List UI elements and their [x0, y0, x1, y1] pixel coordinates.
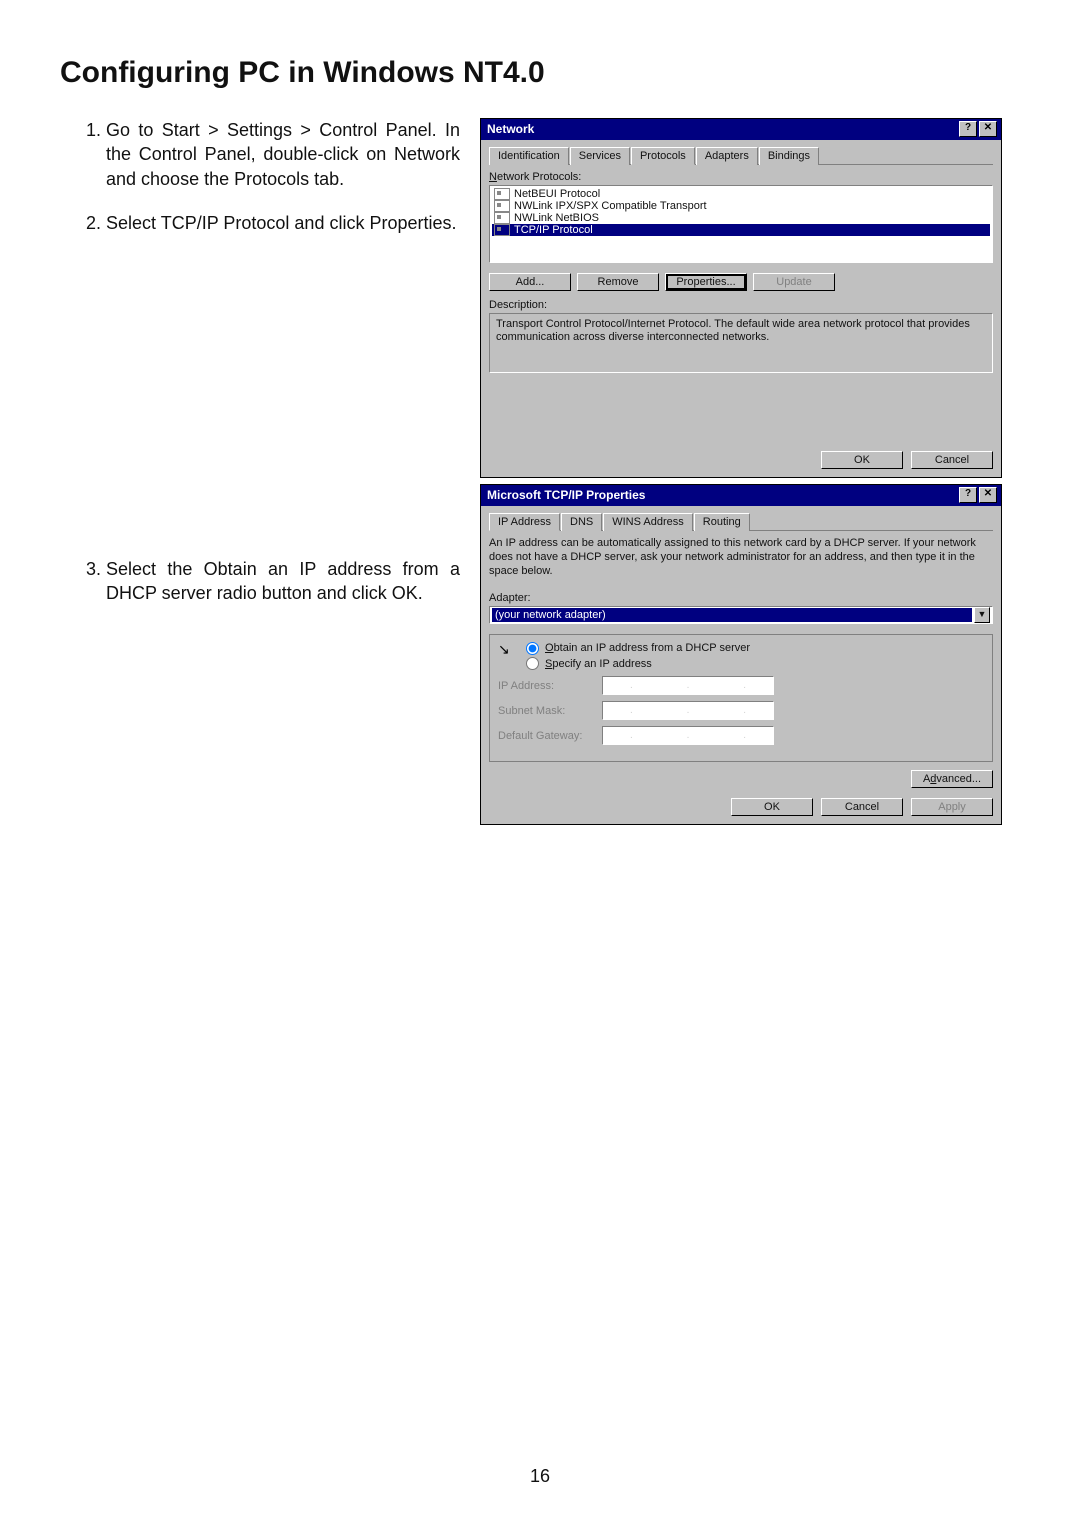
instructions-column: Go to Start > Settings > Control Panel. … — [60, 118, 480, 626]
close-icon[interactable]: ✕ — [979, 121, 997, 137]
protocol-icon — [494, 200, 510, 212]
tab-protocols[interactable]: Protocols — [631, 147, 695, 165]
protocol-item[interactable]: NWLink IPX/SPX Compatible Transport — [492, 200, 990, 212]
ip-address-label: IP Address: — [498, 680, 598, 692]
subnet-mask-label: Subnet Mask: — [498, 705, 598, 717]
description-text: Transport Control Protocol/Internet Prot… — [489, 313, 993, 373]
radio-specify-label: pecify an IP address — [552, 658, 651, 670]
tcpip-dialog: Microsoft TCP/IP Properties ? ✕ IP Addre… — [480, 484, 1002, 825]
adapter-label: Adapter: — [489, 592, 993, 604]
ok-button[interactable]: OK — [731, 798, 813, 816]
step-list: Go to Start > Settings > Control Panel. … — [60, 118, 460, 235]
tab-services[interactable]: Services — [570, 147, 630, 165]
protocol-icon — [494, 224, 510, 236]
ip-mode-radio-group: Obtain an IP address from a DHCP server … — [489, 634, 993, 762]
properties-button[interactable]: Properties... — [665, 273, 747, 291]
cancel-button[interactable]: Cancel — [821, 798, 903, 816]
network-dialog: Network ? ✕ Identification Services Prot… — [480, 118, 1002, 478]
close-icon[interactable]: ✕ — [979, 487, 997, 503]
step-1: Go to Start > Settings > Control Panel. … — [106, 118, 460, 191]
tab-adapters[interactable]: Adapters — [696, 147, 758, 165]
default-gateway-label: Default Gateway: — [498, 730, 598, 742]
update-button[interactable]: Update — [753, 273, 835, 291]
step-2: Select TCP/IP Protocol and click Propert… — [106, 211, 460, 235]
add-button[interactable]: Add... — [489, 273, 571, 291]
step-3: Select the Obtain an IP address from a D… — [106, 557, 460, 606]
tcpip-info-text: An IP address can be automatically assig… — [489, 537, 993, 578]
tab-bindings[interactable]: Bindings — [759, 147, 819, 165]
ok-button[interactable]: OK — [821, 451, 903, 469]
cancel-button[interactable]: Cancel — [911, 451, 993, 469]
description-label: Description: — [489, 299, 993, 311]
network-tabs: Identification Services Protocols Adapte… — [489, 146, 993, 165]
network-titlebar: Network ? ✕ — [481, 119, 1001, 140]
default-gateway-field[interactable]: ... — [602, 726, 774, 745]
protocol-listbox[interactable]: NetBEUI Protocol NWLink IPX/SPX Compatib… — [489, 185, 993, 263]
radio-specify[interactable] — [526, 657, 539, 670]
advanced-button[interactable]: Advanced... — [911, 770, 993, 788]
radio-dhcp[interactable] — [526, 642, 539, 655]
network-dialog-title: Network — [487, 122, 534, 136]
protocol-item-selected[interactable]: TCP/IP Protocol — [492, 224, 990, 236]
protocol-item[interactable]: NetBEUI Protocol — [492, 188, 990, 200]
tab-ipaddress[interactable]: IP Address — [489, 513, 560, 531]
tcpip-titlebar: Microsoft TCP/IP Properties ? ✕ — [481, 485, 1001, 506]
tcpip-tabs: IP Address DNS WINS Address Routing — [489, 512, 993, 531]
remove-button[interactable]: Remove — [577, 273, 659, 291]
protocol-icon — [494, 212, 510, 224]
apply-button[interactable]: Apply — [911, 798, 993, 816]
protocol-item-label: TCP/IP Protocol — [514, 224, 593, 236]
adapter-selected-value: (your network adapter) — [492, 608, 972, 622]
protocol-list-label: Network Protocols: — [489, 171, 993, 183]
pointer-icon — [498, 641, 516, 655]
page-title: Configuring PC in Windows NT4.0 — [60, 56, 1020, 90]
protocol-item-label: NWLink IPX/SPX Compatible Transport — [514, 200, 707, 212]
radio-dhcp-label: btain an IP address from a DHCP server — [554, 642, 750, 654]
protocol-icon — [494, 188, 510, 200]
tab-routing[interactable]: Routing — [694, 513, 750, 531]
ip-address-field[interactable]: ... — [602, 676, 774, 695]
help-icon[interactable]: ? — [959, 121, 977, 137]
tab-wins[interactable]: WINS Address — [603, 513, 693, 531]
tcpip-dialog-title: Microsoft TCP/IP Properties — [487, 488, 645, 502]
page-number: 16 — [0, 1466, 1080, 1487]
help-icon[interactable]: ? — [959, 487, 977, 503]
protocol-item[interactable]: NWLink NetBIOS — [492, 212, 990, 224]
tab-dns[interactable]: DNS — [561, 513, 602, 531]
adapter-dropdown[interactable]: (your network adapter) ▼ — [489, 606, 993, 624]
protocol-item-label: NetBEUI Protocol — [514, 188, 600, 200]
step-list-2: Select the Obtain an IP address from a D… — [60, 557, 460, 606]
protocol-item-label: NWLink NetBIOS — [514, 212, 599, 224]
subnet-mask-field[interactable]: ... — [602, 701, 774, 720]
chevron-down-icon[interactable]: ▼ — [974, 607, 990, 623]
tab-identification[interactable]: Identification — [489, 147, 569, 165]
